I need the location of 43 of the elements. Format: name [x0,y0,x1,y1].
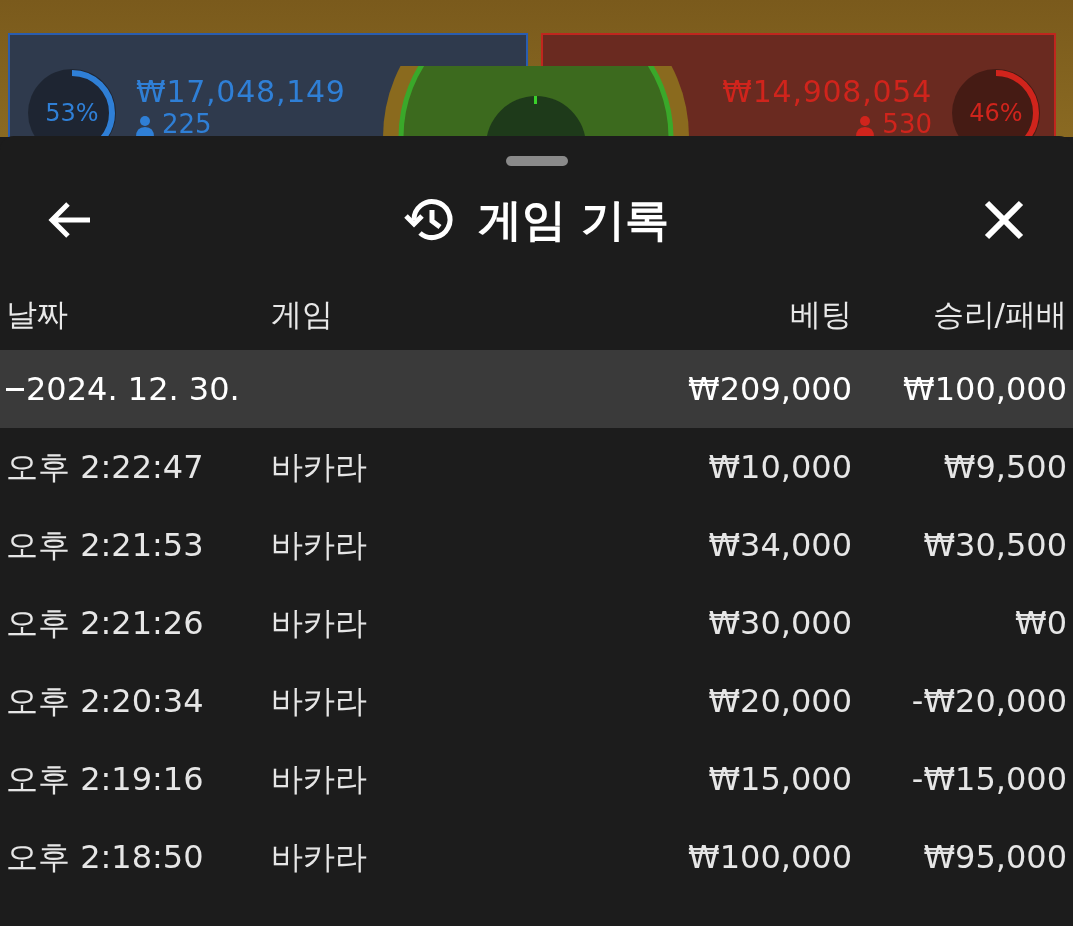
result-cell: ₩9,500 [943,448,1067,486]
time-cell: 오후 2:20:34 [6,682,204,720]
game-cell: 바카라 [271,448,367,486]
bet-cell: ₩15,000 [708,760,852,798]
result-cell: ₩95,000 [923,838,1067,876]
bet-cell: ₩34,000 [708,526,852,564]
bet-amount: ₩14,908,054 [722,77,932,107]
time-cell: 오후 2:22:47 [6,448,204,486]
time-cell: 오후 2:21:26 [6,604,204,642]
game-cell: 바카라 [271,526,367,564]
time-cell: 오후 2:18:50 [6,838,204,876]
collapse-icon [6,387,24,391]
time-cell: 오후 2:19:16 [6,760,204,798]
column-header: 승리/패배 [932,295,1067,332]
percent-label: 53% [45,101,99,125]
sheet-title: 게임 기록 [477,193,670,247]
bet-cell: ₩100,000 [688,838,852,876]
percent-label: 46% [969,101,1023,125]
bet-cell: ₩30,000 [708,604,852,642]
person-icon [856,115,875,137]
column-header: 베팅 [790,295,852,332]
total-bet: ₩209,000 [688,370,852,408]
total-result: ₩100,000 [903,370,1067,408]
person-icon [136,115,154,137]
bet-cell: ₩20,000 [708,682,852,720]
date-group-row[interactable]: 2024. 12. 30. ₩209,000 ₩100,000 [0,350,1073,428]
result-cell: ₩30,500 [923,526,1067,564]
result-cell: -₩15,000 [911,760,1067,798]
date-label: 2024. 12. 30. [26,369,240,410]
column-header: 게임 [271,295,333,332]
time-cell: 오후 2:21:53 [6,526,204,564]
game-cell: 바카라 [271,838,367,876]
result-cell: -₩20,000 [911,682,1067,720]
column-header: 날짜 [6,295,68,332]
bet-cell: ₩10,000 [708,448,852,486]
drag-handle[interactable] [505,156,568,166]
result-cell: ₩0 [1015,604,1067,642]
game-cell: 바카라 [271,760,367,798]
game-cell: 바카라 [271,604,367,642]
bet-amount: ₩17,048,149 [136,77,346,107]
game-cell: 바카라 [271,682,367,720]
player-count: 225 [162,111,212,137]
player-count: 530 [882,111,932,137]
